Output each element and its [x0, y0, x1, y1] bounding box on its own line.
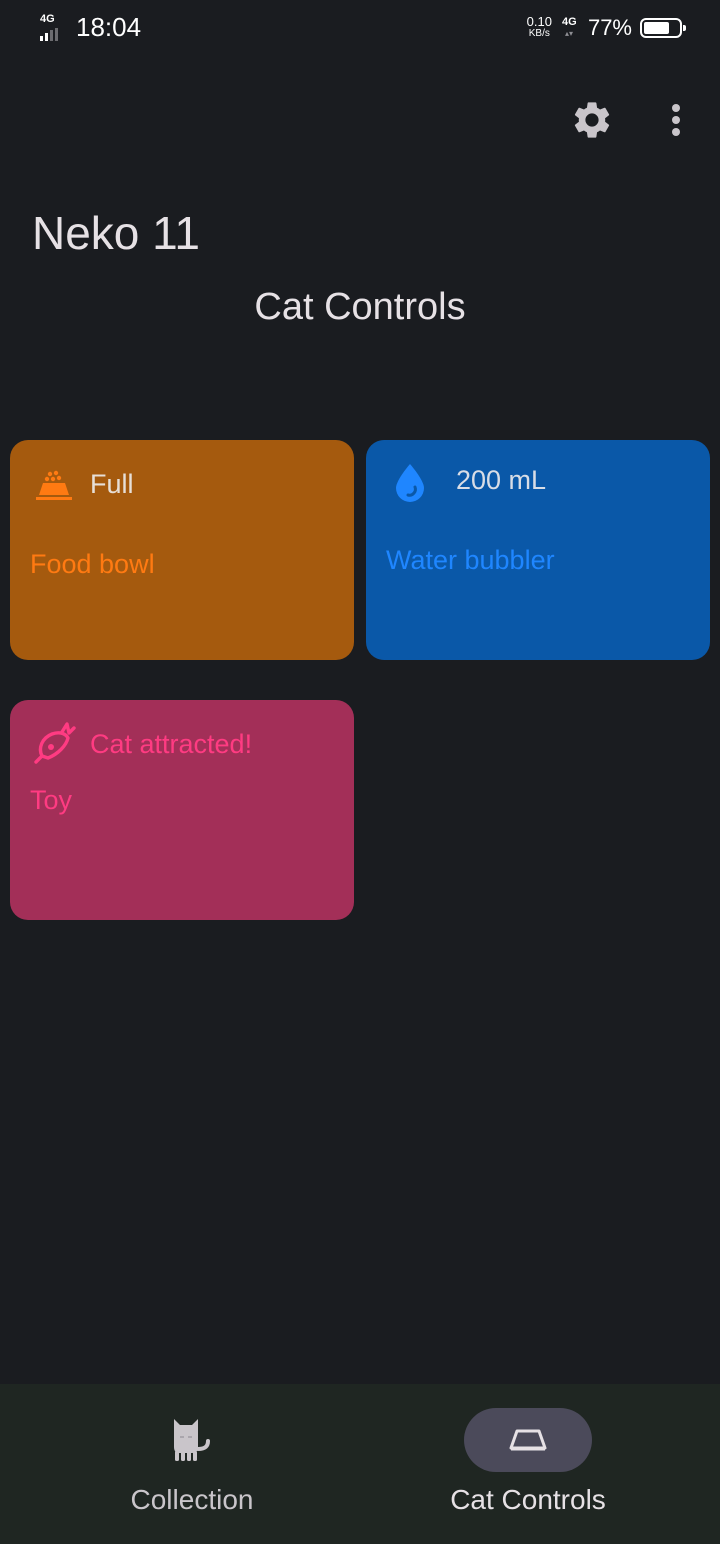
battery-percent: 77% [587, 15, 632, 40]
toy-label: Toy [30, 785, 73, 815]
food-bowl-outline-icon [496, 1412, 560, 1468]
fish-toy-icon [34, 722, 76, 764]
data-network-icon: 4G ▴▾ [561, 16, 577, 38]
water-bubbler-status: 200 mL [456, 465, 547, 495]
cat-icon [160, 1412, 224, 1468]
data-network-label: 4G [561, 16, 577, 28]
overflow-menu-button[interactable] [654, 94, 698, 146]
water-drop-icon [392, 462, 428, 502]
nav-item-cat-controls[interactable]: Cat Controls [360, 1384, 720, 1544]
app-title: Neko 11 [32, 207, 200, 259]
nav-label-cat-controls: Cat Controls [450, 1484, 606, 1515]
toy-status: Cat attracted! [90, 729, 253, 759]
network-speed-unit: KB/s [528, 28, 550, 39]
network-speed-value: 0.10 [526, 14, 552, 29]
network-type-label: 4G [40, 13, 55, 25]
food-bowl-status: Full [90, 469, 134, 499]
cellular-signal-icon: 4G [38, 13, 72, 41]
status-bar-left: 4G 18:04 [38, 12, 141, 42]
settings-button[interactable] [566, 94, 618, 146]
food-bowl-label: Food bowl [30, 549, 155, 579]
network-speed: 0.10 KB/s [526, 14, 552, 40]
battery-icon [640, 18, 686, 38]
water-bubbler-label: Water bubbler [386, 545, 555, 575]
bottom-navigation-bar: Collection Cat Controls [0, 1384, 720, 1544]
food-bowl-icon [34, 468, 74, 502]
status-bar: 4G 18:04 0.10 KB/s 4G ▴▾ 77% [0, 0, 720, 56]
more-vert-icon [672, 104, 680, 136]
page-title: Cat Controls [254, 286, 466, 328]
nav-label-collection: Collection [130, 1484, 254, 1515]
status-bar-right: 0.10 KB/s 4G ▴▾ 77% [526, 12, 686, 44]
nav-item-collection[interactable]: Collection [0, 1384, 360, 1544]
clock: 18:04 [76, 12, 142, 42]
gear-icon [574, 102, 610, 138]
